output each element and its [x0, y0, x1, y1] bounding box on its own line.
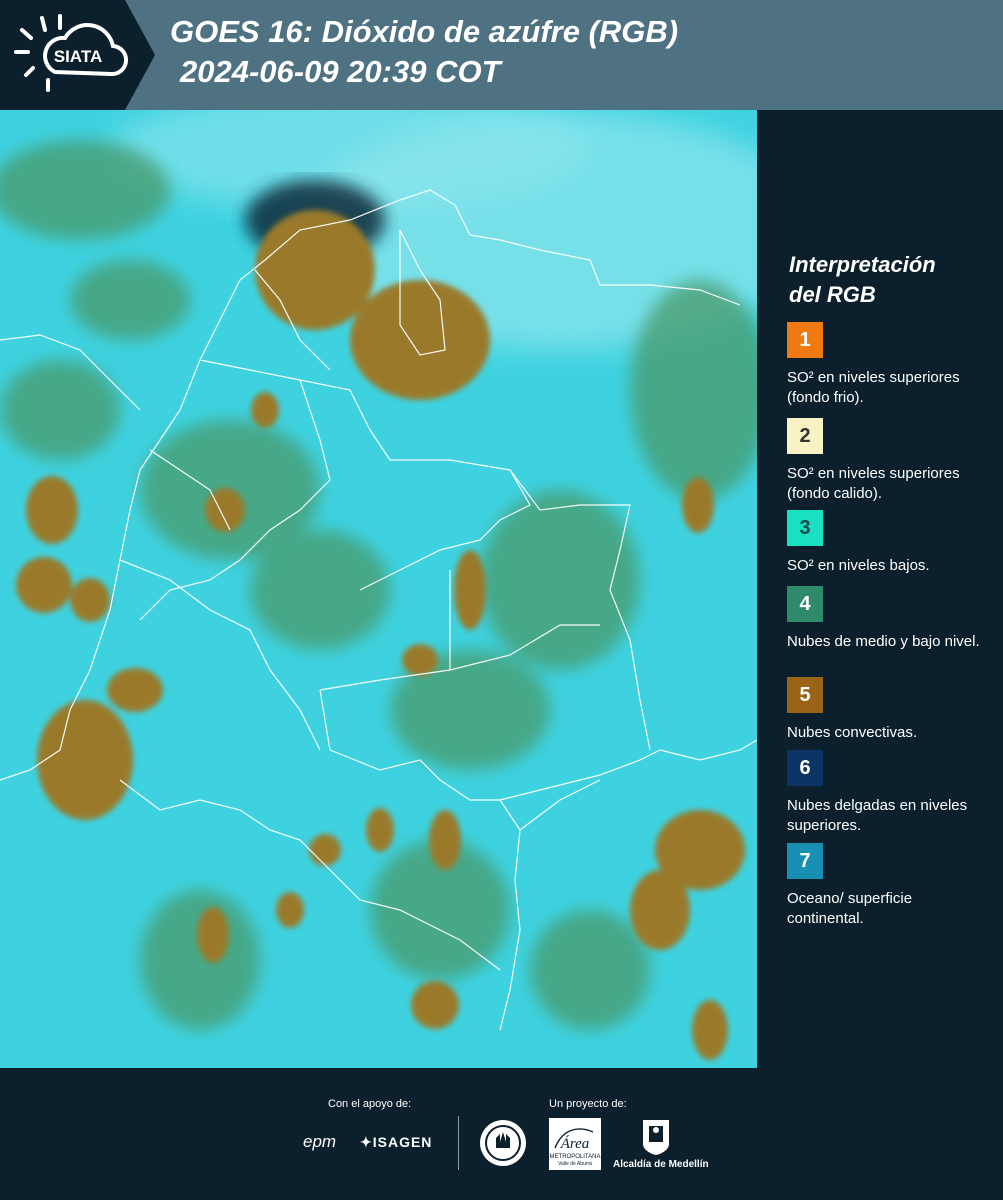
page-title-line1: GOES 16: Dióxido de azúfre (RGB)	[170, 14, 679, 49]
legend-swatch-3: 3	[787, 510, 823, 546]
isagen-star-icon: ✦	[360, 1134, 373, 1150]
legend-panel: Interpretación del RGB 1 SO² en niveles …	[757, 110, 1003, 1068]
isagen-logo: ✦ISAGEN	[360, 1134, 432, 1151]
legend-title-line2: del RGB	[789, 282, 876, 307]
legend-item-7: 7 Oceano/ superficie continental.	[787, 843, 987, 929]
footer-divider	[458, 1116, 459, 1170]
legend-item-2: 2 SO² en niveles superiores (fondo calid…	[787, 418, 987, 504]
support-label: Con el apoyo de:	[328, 1098, 412, 1110]
legend-text-1: SO² en niveles superiores (fondo frio).	[787, 369, 960, 406]
legend-title: Interpretación del RGB	[789, 250, 989, 310]
alcaldia-shield-icon	[643, 1120, 669, 1155]
legend-text-6: Nubes delgadas en niveles superiores.	[787, 797, 968, 834]
satellite-image	[0, 110, 757, 1068]
legend-swatch-2: 2	[787, 418, 823, 454]
legend-swatch-1: 1	[787, 322, 823, 358]
isagen-logo-text: ISAGEN	[372, 1134, 433, 1150]
epm-logo: epm	[303, 1132, 337, 1151]
header-bar: SIATA GOES 16: Dióxido de azúfre (RGB) 2…	[0, 0, 1003, 110]
page-title-line2: 2024-06-09 20:39 COT	[180, 54, 501, 89]
legend-text-2: SO² en niveles superiores (fondo calido)…	[787, 465, 960, 502]
legend-item-5: 5 Nubes convectivas.	[787, 677, 987, 743]
legend-swatch-6: 6	[787, 750, 823, 786]
siata-logo: SIATA	[0, 0, 155, 110]
legend-text-3: SO² en niveles bajos.	[787, 557, 930, 574]
legend-title-line1: Interpretación	[789, 252, 936, 277]
project-label: Un proyecto de:	[549, 1098, 627, 1110]
legend-swatch-7: 7	[787, 843, 823, 879]
seal-logo	[480, 1120, 526, 1166]
legend-item-1: 1 SO² en niveles superiores (fondo frio)…	[787, 322, 987, 408]
footer: Con el apoyo de: Un proyecto de: epm ✦IS…	[0, 1068, 1003, 1200]
legend-swatch-4: 4	[787, 586, 823, 622]
legend-text-5: Nubes convectivas.	[787, 724, 918, 741]
legend-item-4: 4 Nubes de medio y bajo nivel.	[787, 586, 987, 652]
siata-logo-text: SIATA	[54, 47, 102, 66]
area-logo-line3: Valle de Aburrá	[558, 1161, 592, 1167]
legend-text-4: Nubes de medio y bajo nivel.	[787, 633, 980, 650]
legend-swatch-5: 5	[787, 677, 823, 713]
satellite-map	[0, 110, 757, 1068]
area-logo-word: Área	[560, 1135, 590, 1152]
alcaldia-logo-text: Alcaldía de Medellín	[613, 1159, 709, 1170]
legend-item-6: 6 Nubes delgadas en niveles superiores.	[787, 750, 987, 836]
legend-item-3: 3 SO² en niveles bajos.	[787, 510, 987, 576]
legend-text-7: Oceano/ superficie continental.	[787, 890, 913, 927]
area-logo-line2: METROPOLITANA	[550, 1154, 601, 1160]
area-metropolitana-logo: Área METROPOLITANA Valle de Aburrá	[549, 1118, 601, 1170]
